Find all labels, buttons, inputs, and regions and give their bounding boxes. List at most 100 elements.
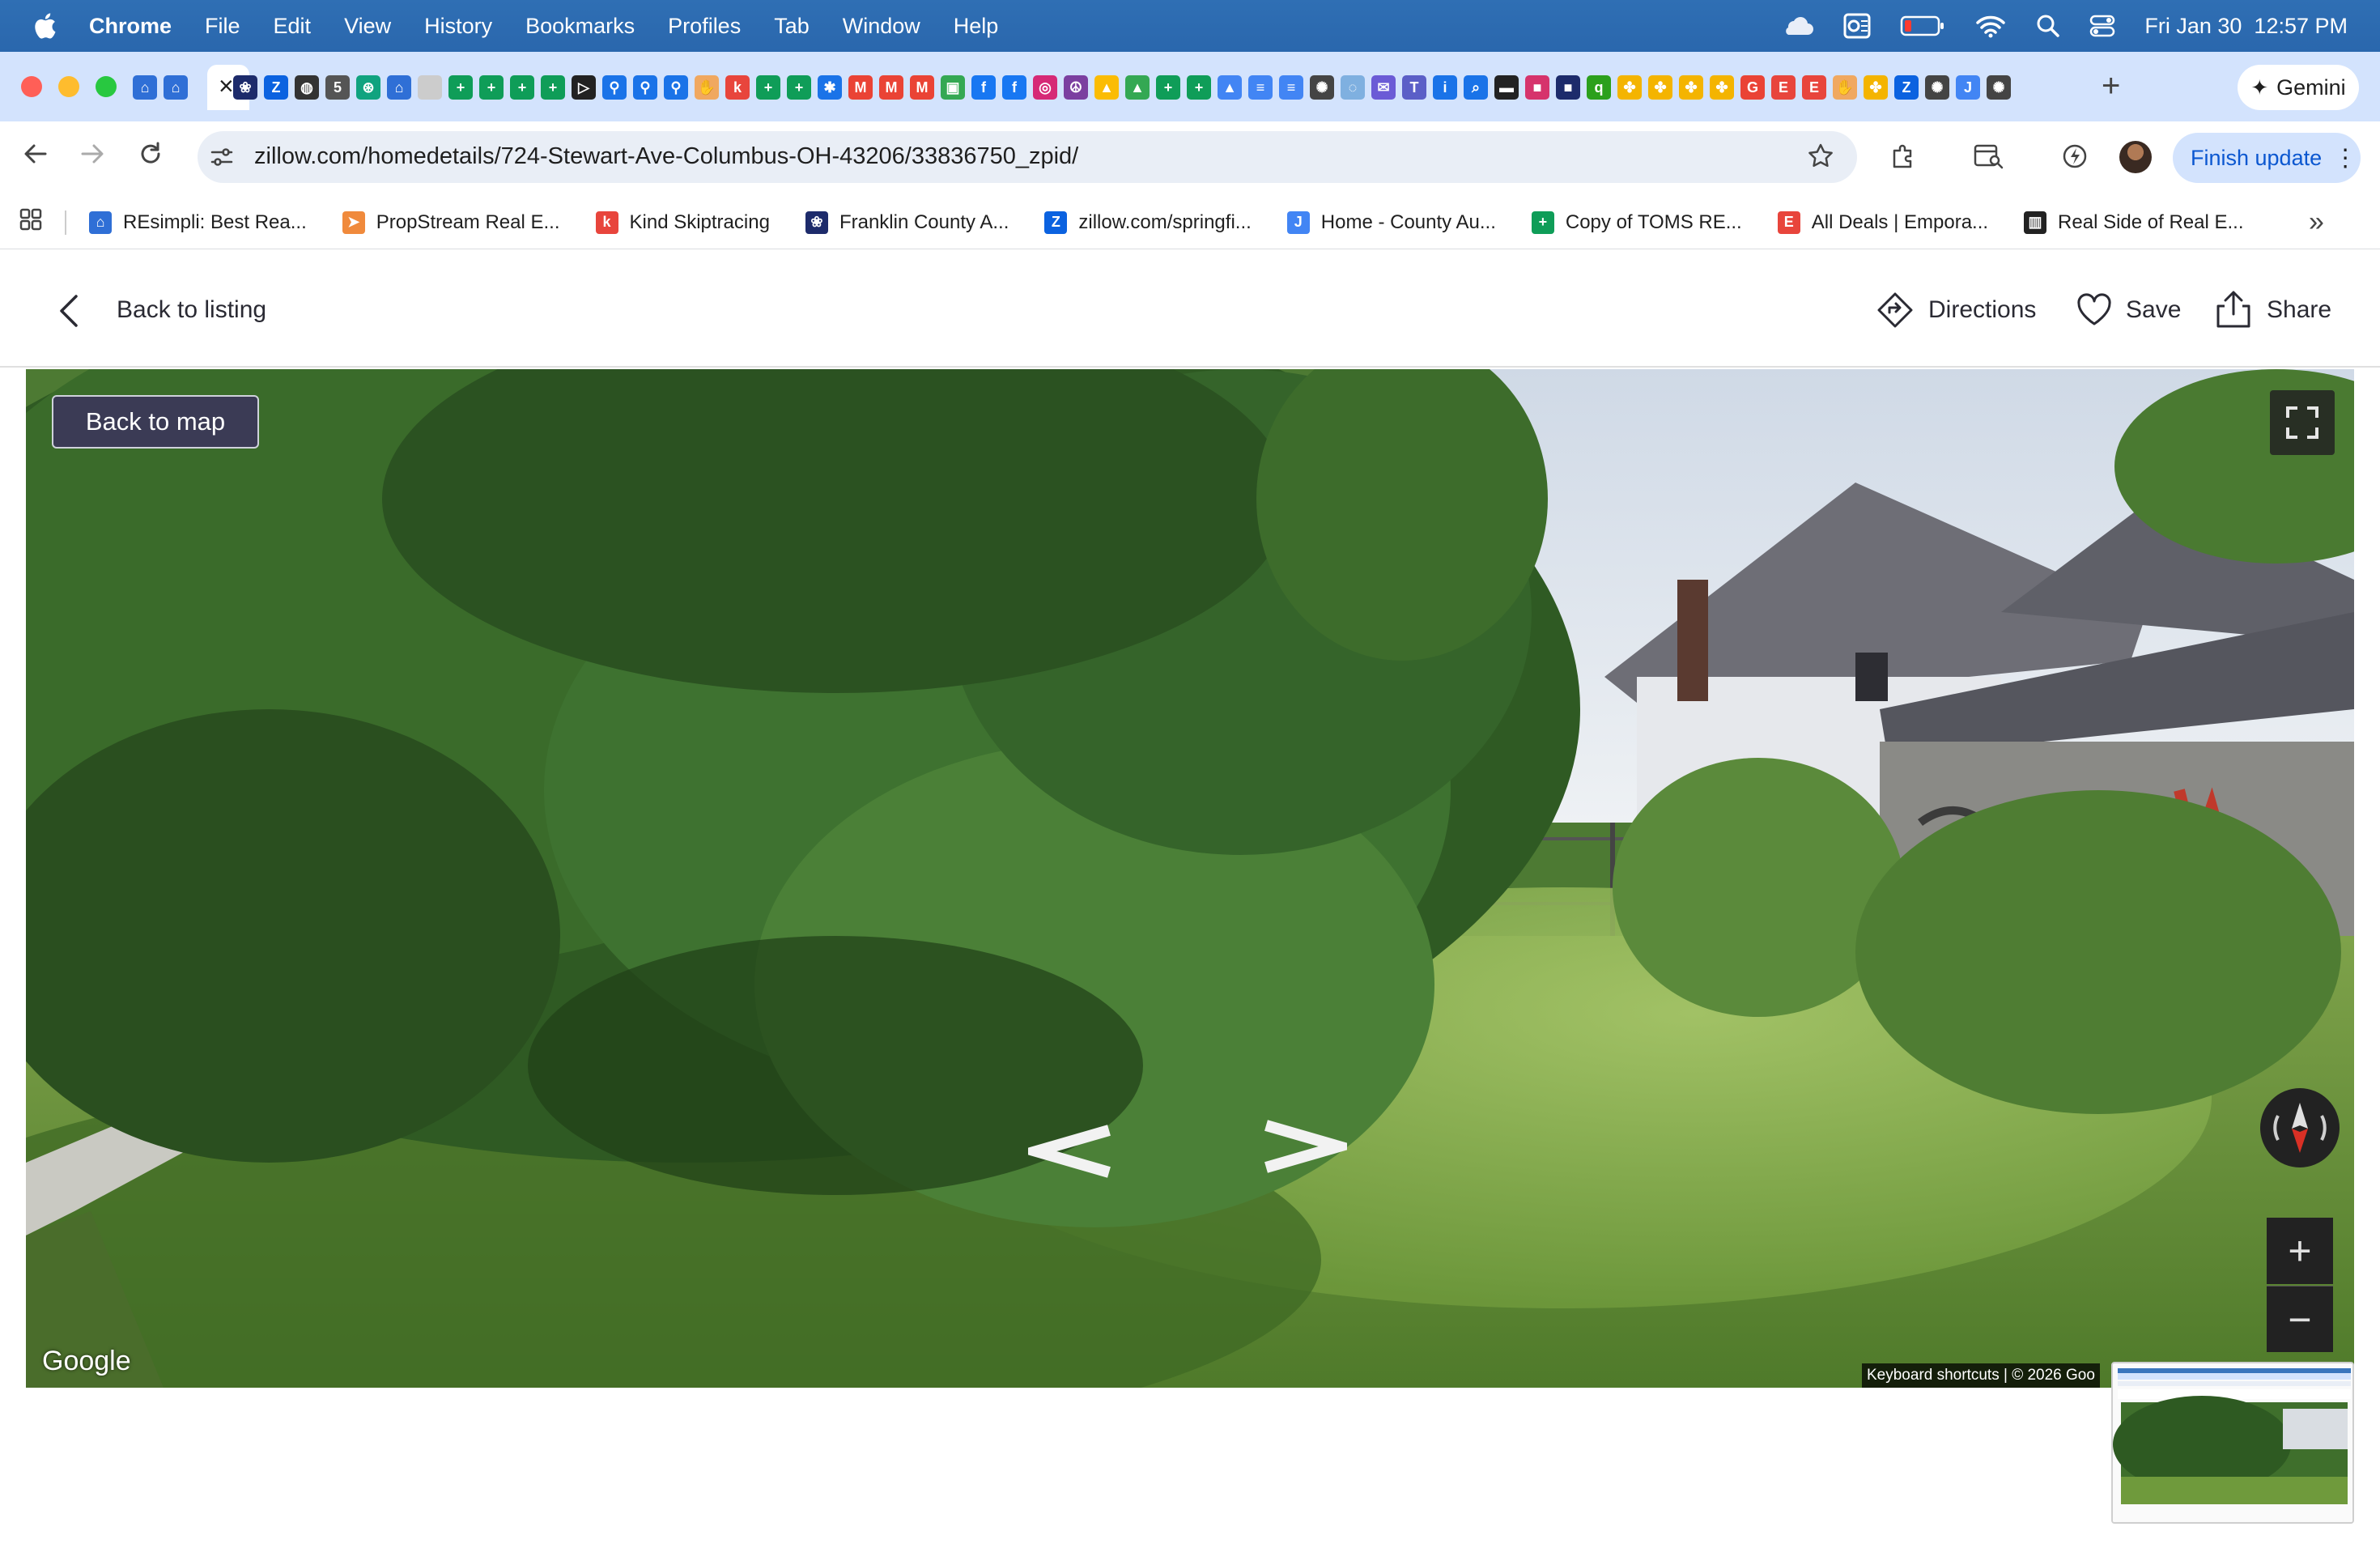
reload-icon[interactable] <box>136 139 165 176</box>
screenshot-thumbnail[interactable] <box>2111 1362 2354 1524</box>
bookmark-item[interactable]: k Kind Skiptracing <box>595 211 770 234</box>
menu-tab[interactable]: Tab <box>774 14 810 39</box>
hand-icon[interactable]: ✋ <box>1833 75 1857 100</box>
facebook-icon[interactable]: f <box>971 75 996 100</box>
menu-profiles[interactable]: Profiles <box>668 14 741 39</box>
openai-icon[interactable]: ✺ <box>1987 75 2011 100</box>
pinwheel-icon[interactable]: ✤ <box>1864 75 1888 100</box>
globe-icon[interactable]: ◍ <box>295 75 319 100</box>
spotlight-search-icon[interactable] <box>2036 14 2060 38</box>
apple-logo-icon[interactable] <box>32 12 57 40</box>
pinwheel-icon[interactable]: ✤ <box>1617 75 1642 100</box>
pin-icon[interactable]: ⚲ <box>602 75 627 100</box>
performance-icon[interactable] <box>2061 142 2089 174</box>
sheets-plus-icon[interactable]: + <box>1156 75 1180 100</box>
heart-icon[interactable] <box>2076 291 2113 331</box>
house-icon[interactable]: ⌂ <box>164 75 188 100</box>
swirl-icon[interactable]: ◌ <box>1341 75 1365 100</box>
profile-avatar[interactable] <box>2119 141 2152 173</box>
house-icon[interactable]: ⌂ <box>133 75 157 100</box>
site-info-icon[interactable] <box>209 144 235 174</box>
pinwheel-icon[interactable]: ✤ <box>1710 75 1734 100</box>
pin-icon[interactable]: ⚲ <box>664 75 688 100</box>
outlook-icon[interactable] <box>1843 13 1871 39</box>
window-zoom-button[interactable] <box>96 76 117 97</box>
bookmark-item[interactable]: E All Deals | Empora... <box>1777 211 1988 234</box>
menu-view[interactable]: View <box>344 14 391 39</box>
sheets-plus-icon[interactable]: + <box>541 75 565 100</box>
bookmark-item[interactable]: ➤ PropStream Real E... <box>342 211 560 234</box>
gmail-icon[interactable]: M <box>848 75 873 100</box>
control-center-icon[interactable] <box>2089 14 2115 38</box>
kebab-menu-icon[interactable]: ⋮ <box>2333 144 2357 172</box>
square-icon[interactable]: ■ <box>1556 75 1580 100</box>
window-minimize-button[interactable] <box>58 76 79 97</box>
street-view-scene[interactable] <box>26 369 2354 1388</box>
bookmarks-overflow-icon[interactable]: » <box>2309 206 2324 238</box>
forward-arrow-icon[interactable] <box>78 139 107 176</box>
finish-update-button[interactable]: Finish update ⋮ <box>2173 133 2361 183</box>
j-icon[interactable]: J <box>1956 75 1980 100</box>
bookmark-item[interactable]: J Home - County Au... <box>1286 211 1496 234</box>
e-icon[interactable]: E <box>1802 75 1826 100</box>
drive-icon[interactable]: ▲ <box>1218 75 1242 100</box>
gmail-icon[interactable]: M <box>879 75 903 100</box>
map-attribution[interactable]: Keyboard shortcuts | © 2026 Goo <box>1862 1363 2100 1388</box>
terminal-icon[interactable]: ▬ <box>1494 75 1519 100</box>
e-icon[interactable]: E <box>1771 75 1796 100</box>
battery-icon[interactable] <box>1900 15 1945 37</box>
bookmark-star-icon[interactable] <box>1807 142 1834 174</box>
compass-control[interactable] <box>2260 1088 2340 1167</box>
mail-icon[interactable]: ✉ <box>1371 75 1396 100</box>
openai-icon[interactable]: ✺ <box>1310 75 1334 100</box>
docs-icon[interactable]: ≡ <box>1279 75 1303 100</box>
info-icon[interactable]: i <box>1433 75 1457 100</box>
square-icon[interactable]: ■ <box>1525 75 1549 100</box>
instagram-icon[interactable]: ◎ <box>1033 75 1057 100</box>
facebook-icon[interactable]: f <box>1002 75 1026 100</box>
url-text[interactable]: zillow.com/homedetails/724-Stewart-Ave-C… <box>254 143 1078 170</box>
bookmark-item[interactable]: ▥ Real Side of Real E... <box>2024 211 2244 234</box>
share-button[interactable]: Share <box>2267 296 2331 324</box>
menu-history[interactable]: History <box>424 14 492 39</box>
docs-icon[interactable]: ≡ <box>1248 75 1273 100</box>
zoom-in-button[interactable]: + <box>2267 1218 2333 1284</box>
asterisk-icon[interactable]: ✱ <box>818 75 842 100</box>
menu-window[interactable]: Window <box>843 14 920 39</box>
play-icon[interactable]: ▷ <box>572 75 596 100</box>
openai-icon[interactable]: ✺ <box>1925 75 1949 100</box>
chevron-left-icon[interactable] <box>57 293 81 333</box>
directions-button[interactable]: Directions <box>1928 296 2036 324</box>
directions-icon[interactable] <box>1876 291 1914 333</box>
zillow-icon[interactable]: Z <box>264 75 288 100</box>
sheets-plus-icon[interactable]: + <box>1187 75 1211 100</box>
wifi-icon[interactable] <box>1974 14 2007 38</box>
menu-bookmarks[interactable]: Bookmarks <box>525 14 635 39</box>
back-to-map-button[interactable]: Back to map <box>52 395 259 449</box>
sheets-plus-icon[interactable]: + <box>510 75 534 100</box>
gemini-button[interactable]: ✦ Gemini <box>2238 65 2359 110</box>
sheets-plus-icon[interactable]: + <box>756 75 780 100</box>
pinwheel-icon[interactable]: ✤ <box>1679 75 1703 100</box>
pinwheel-icon[interactable]: ✤ <box>1648 75 1672 100</box>
menu-app-chrome[interactable]: Chrome <box>89 14 172 39</box>
window-close-button[interactable] <box>21 76 42 97</box>
pan-left-arrow-icon[interactable] <box>1028 1122 1117 1179</box>
pin-icon[interactable]: ⚲ <box>633 75 657 100</box>
apps-grid-icon[interactable] <box>19 208 42 236</box>
blank-icon[interactable] <box>418 75 442 100</box>
save-button[interactable]: Save <box>2126 296 2181 324</box>
tab-search-icon[interactable] <box>1974 142 2004 174</box>
sheets-plus-icon[interactable]: + <box>787 75 811 100</box>
share-icon[interactable] <box>2215 290 2252 333</box>
image-icon[interactable]: ▣ <box>941 75 965 100</box>
extensions-puzzle-icon[interactable] <box>1889 142 1917 174</box>
sheets-plus-icon[interactable]: + <box>448 75 473 100</box>
k-icon[interactable]: k <box>725 75 750 100</box>
bookmark-item[interactable]: Zzillow.com/springfi... <box>1044 211 1252 234</box>
teams-icon[interactable]: T <box>1402 75 1426 100</box>
chatgpt-icon[interactable]: ⊛ <box>356 75 380 100</box>
new-tab-button[interactable]: + <box>2102 68 2120 104</box>
menu-file[interactable]: File <box>205 14 240 39</box>
quickbooks-icon[interactable]: q <box>1587 75 1611 100</box>
